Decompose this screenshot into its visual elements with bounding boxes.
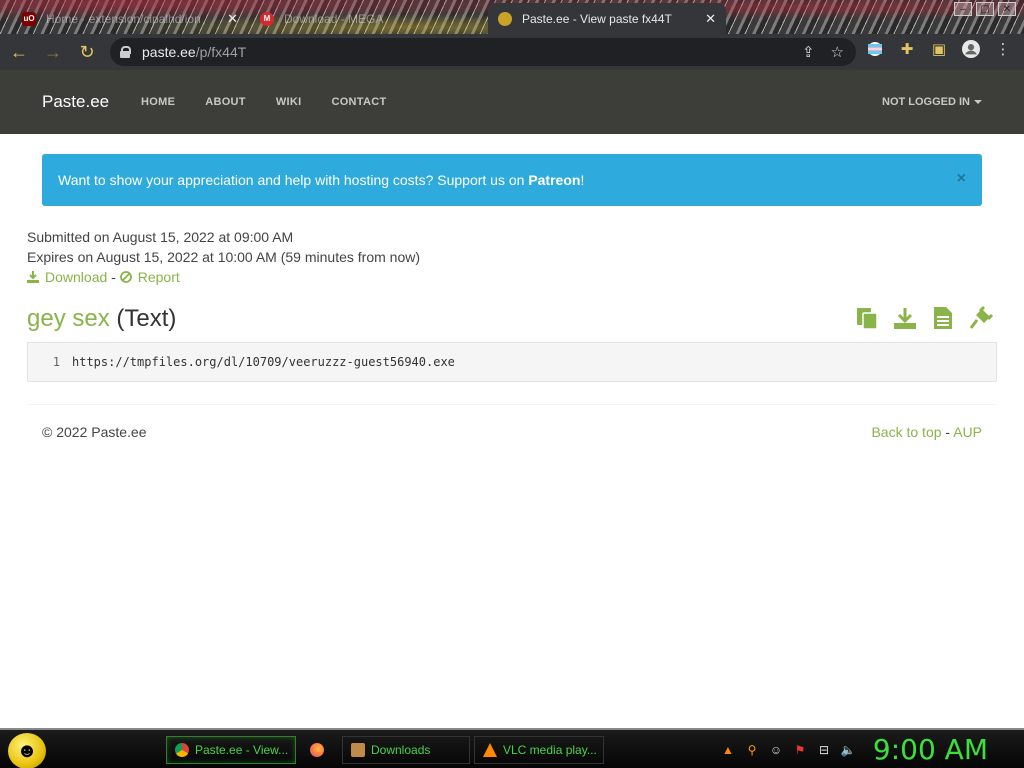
tab-pasteee[interactable]: Paste.ee - View paste fx44T ✕ bbox=[488, 3, 726, 34]
site-navbar: Paste.ee HOME ABOUT WIKI CONTACT NOT LOG… bbox=[0, 70, 1024, 134]
tab-title: Paste.ee - View paste fx44T bbox=[522, 11, 672, 26]
report-label: Report bbox=[137, 269, 180, 285]
tab-mega[interactable]: M Download - MEGA bbox=[250, 3, 486, 34]
alert-text: Want to show your appreciation and help … bbox=[58, 172, 584, 188]
link-separator: - bbox=[111, 269, 116, 285]
taskbar-item-label: Downloads bbox=[371, 743, 431, 757]
patreon-link[interactable]: Patreon bbox=[528, 172, 580, 188]
download-link[interactable]: Download bbox=[27, 269, 111, 285]
caret-down-icon bbox=[974, 100, 982, 105]
footer-divider bbox=[27, 404, 997, 405]
taskbar-item-label: VLC media play... bbox=[503, 743, 597, 757]
paste-meta: Submitted on August 15, 2022 at 09:00 AM… bbox=[27, 227, 420, 287]
ban-icon bbox=[119, 271, 132, 283]
minimize-icon[interactable]: – bbox=[954, 2, 972, 16]
volume-icon[interactable]: 🔈 bbox=[840, 742, 856, 758]
browser-tab-strip: uO Home · extension/cipalhd/ion ✕ M Down… bbox=[0, 0, 1024, 34]
paste-content-line[interactable]: https://tmpfiles.org/dl/10709/veeruzzz-g… bbox=[72, 355, 455, 369]
ublock-icon: uO bbox=[22, 11, 36, 26]
close-window-icon[interactable]: ✕ bbox=[998, 2, 1016, 16]
taskbar-item-chrome[interactable]: Paste.ee - View... bbox=[166, 736, 296, 764]
back-icon[interactable]: ← bbox=[4, 37, 34, 67]
address-bar[interactable]: paste.ee/p/fx44T ⇪ ☆ bbox=[110, 38, 856, 66]
puzzle-extensions-icon[interactable]: ✚ bbox=[898, 40, 916, 58]
paste-type: (Text) bbox=[116, 305, 177, 332]
start-smiley-icon[interactable]: ☻ bbox=[8, 733, 46, 768]
taskbar-item-vlc[interactable]: VLC media play... bbox=[474, 736, 604, 764]
embed-plug-icon[interactable] bbox=[968, 305, 994, 331]
folder-icon bbox=[351, 743, 365, 757]
network-icon[interactable]: ⊟ bbox=[816, 742, 832, 758]
footer-separator: - bbox=[945, 424, 951, 440]
firefox-icon bbox=[310, 743, 324, 757]
taskbar-item-firefox[interactable] bbox=[302, 736, 338, 764]
profile-avatar-icon[interactable] bbox=[962, 40, 980, 58]
mega-icon: M bbox=[260, 11, 274, 26]
tab-title: Download - MEGA bbox=[284, 11, 384, 26]
login-label: NOT LOGGED IN bbox=[882, 96, 970, 108]
browser-toolbar: ← → ↻ paste.ee/p/fx44T ⇪ ☆ ✚ ▣ ⋮ bbox=[0, 34, 1024, 70]
paste-actions bbox=[854, 305, 994, 331]
patreon-alert: Want to show your appreciation and help … bbox=[42, 154, 982, 206]
submitted-date: Submitted on August 15, 2022 at 09:00 AM bbox=[27, 229, 294, 245]
forward-icon[interactable]: → bbox=[38, 37, 68, 67]
line-number: 1 bbox=[52, 355, 60, 369]
system-tray: ▲ ⚲ ☺ ⚑ ⊟ 🔈 bbox=[720, 742, 856, 758]
bookmark-star-icon[interactable]: ☆ bbox=[831, 43, 844, 61]
extension-icons: ✚ ▣ ⋮ bbox=[866, 40, 1012, 58]
alert-close-icon[interactable]: × bbox=[957, 170, 966, 188]
download-paste-icon[interactable] bbox=[892, 305, 918, 331]
download-label: Download bbox=[45, 269, 108, 285]
lock-icon[interactable] bbox=[120, 46, 131, 58]
flag-tray-icon[interactable]: ⚑ bbox=[792, 742, 808, 758]
search-icon[interactable]: ⚲ bbox=[744, 742, 760, 758]
os-taskbar: ☻ Paste.ee - View... Downloads VLC media… bbox=[0, 728, 1024, 768]
site-nav-links: HOME ABOUT WIKI CONTACT bbox=[141, 96, 387, 108]
taskbar-clock[interactable]: 9:00 AM bbox=[873, 733, 988, 766]
back-to-top-link[interactable]: Back to top bbox=[871, 424, 941, 440]
pasteee-icon bbox=[498, 11, 512, 26]
window-controls: – ▢ ✕ bbox=[954, 2, 1016, 16]
report-link[interactable]: Report bbox=[119, 269, 180, 285]
maximize-icon[interactable]: ▢ bbox=[976, 2, 994, 16]
nav-wiki[interactable]: WIKI bbox=[276, 96, 302, 108]
tab-extension[interactable]: uO Home · extension/cipalhd/ion ✕ bbox=[12, 3, 248, 34]
nav-contact[interactable]: CONTACT bbox=[331, 96, 386, 108]
alert-message: Want to show your appreciation and help … bbox=[58, 172, 529, 188]
url-path: /p/fx44T bbox=[195, 44, 247, 60]
url-host: paste.ee bbox=[142, 44, 196, 60]
copy-icon[interactable] bbox=[854, 305, 880, 331]
vlc-tray-icon[interactable]: ▲ bbox=[720, 742, 736, 758]
expires-date: Expires on August 15, 2022 at 10:00 AM (… bbox=[27, 249, 420, 265]
alert-suffix: ! bbox=[580, 172, 585, 188]
taskbar-item-label: Paste.ee - View... bbox=[195, 743, 289, 757]
nav-home[interactable]: HOME bbox=[141, 96, 175, 108]
emoji-tray-icon[interactable]: ☺ bbox=[768, 742, 784, 758]
copyright: © 2022 Paste.ee bbox=[42, 424, 147, 440]
browser-menu-icon[interactable]: ⋮ bbox=[994, 40, 1012, 58]
paste-title: gey sex (Text) bbox=[27, 305, 176, 333]
paste-content-box: 1 https://tmpfiles.org/dl/10709/veeruzzz… bbox=[27, 342, 997, 382]
side-panel-icon[interactable]: ▣ bbox=[930, 40, 948, 58]
nav-about[interactable]: ABOUT bbox=[205, 96, 246, 108]
download-icon bbox=[27, 271, 39, 283]
login-dropdown[interactable]: NOT LOGGED IN bbox=[882, 96, 982, 108]
close-tab-icon[interactable]: ✕ bbox=[227, 11, 238, 27]
paste-links: Download - Report bbox=[27, 267, 420, 287]
site-brand[interactable]: Paste.ee bbox=[42, 92, 109, 112]
footer-links: Back to top - AUP bbox=[871, 424, 982, 440]
chrome-icon bbox=[175, 743, 189, 757]
share-icon[interactable]: ⇪ bbox=[802, 43, 815, 61]
taskbar-item-downloads[interactable]: Downloads bbox=[342, 736, 470, 764]
tab-title: Home · extension/cipalhd/ion bbox=[46, 11, 201, 26]
flag-extension-icon[interactable] bbox=[866, 40, 884, 58]
reload-icon[interactable]: ↻ bbox=[72, 37, 102, 67]
close-tab-icon[interactable]: ✕ bbox=[705, 11, 716, 27]
aup-link[interactable]: AUP bbox=[953, 424, 982, 440]
paste-name: gey sex bbox=[27, 305, 110, 332]
vlc-icon bbox=[483, 743, 497, 757]
raw-file-icon[interactable] bbox=[930, 305, 956, 331]
